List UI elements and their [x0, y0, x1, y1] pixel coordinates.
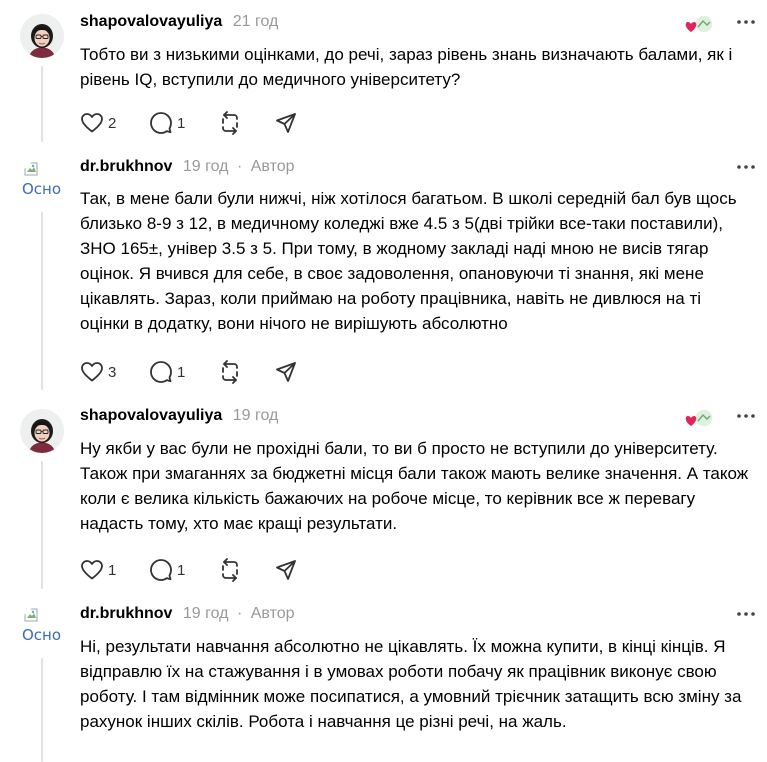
more-options-button[interactable]	[735, 411, 757, 421]
avatar-photo-icon	[20, 14, 64, 58]
reply-bubble-icon	[150, 361, 172, 383]
send-icon	[276, 362, 296, 382]
like-button[interactable]: 1	[80, 557, 116, 583]
reply-count: 1	[177, 561, 186, 579]
broken-image-icon	[24, 608, 38, 622]
reply-bubble-icon	[150, 112, 172, 134]
post-text: Ні, результати навчання абсолютно не цік…	[80, 637, 742, 731]
like-count: 3	[108, 363, 117, 381]
timestamp[interactable]: 19 год	[233, 407, 279, 424]
like-button[interactable]: 2	[80, 110, 116, 136]
reply-button[interactable]: 1	[149, 110, 185, 136]
more-dots-icon	[737, 20, 755, 24]
send-icon	[276, 113, 296, 133]
broken-image-icon	[24, 162, 38, 176]
heart-icon	[685, 416, 697, 426]
reply-button[interactable]: 1	[149, 359, 185, 385]
timestamp[interactable]: 19 год	[183, 158, 229, 175]
post-header: dr.brukhnov 19 год · Автор	[80, 605, 295, 625]
more-options-button[interactable]	[735, 162, 757, 172]
avatar[interactable]	[20, 409, 64, 453]
avatar-alt-text: Осно	[22, 180, 62, 198]
more-dots-icon	[737, 612, 755, 616]
post-header: shapovalovayuliya 19 год	[80, 407, 278, 427]
reply-bubble-icon	[150, 559, 172, 581]
repost-icon	[222, 111, 238, 135]
liked-by-avatars[interactable]	[683, 406, 715, 430]
more-dots-icon	[737, 414, 755, 418]
author-badge: Автор	[250, 158, 295, 175]
username[interactable]: shapovalovayuliya	[80, 13, 222, 30]
username[interactable]: shapovalovayuliya	[80, 407, 222, 424]
like-count: 1	[108, 561, 117, 579]
repost-button[interactable]	[218, 557, 242, 583]
avatar-photo-icon	[20, 409, 64, 453]
repost-button[interactable]	[218, 110, 242, 136]
heart-outline-icon	[81, 560, 103, 580]
username[interactable]: dr.brukhnov	[80, 605, 172, 622]
share-button[interactable]	[274, 110, 298, 136]
liked-by-avatars[interactable]	[683, 12, 715, 36]
heart-outline-icon	[81, 362, 103, 382]
separator-dot: ·	[236, 158, 243, 175]
avatar[interactable]	[20, 14, 64, 58]
heart-icon	[685, 22, 697, 32]
avatar[interactable]: Осно	[20, 160, 64, 204]
post-text: Ну якби у вас були не прохідні бали, то …	[80, 439, 749, 533]
separator-dot: ·	[236, 605, 243, 622]
repost-icon	[222, 360, 238, 384]
share-button[interactable]	[274, 557, 298, 583]
more-dots-icon	[737, 165, 755, 169]
more-options-button[interactable]	[735, 17, 757, 27]
like-button[interactable]: 3	[80, 359, 116, 385]
username[interactable]: dr.brukhnov	[80, 158, 172, 175]
thread-line	[41, 212, 43, 390]
share-button[interactable]	[274, 359, 298, 385]
thread-line	[41, 658, 43, 762]
post-header: shapovalovayuliya 21 год	[80, 13, 278, 33]
post-header: dr.brukhnov 19 год · Автор	[80, 158, 295, 178]
thread-line	[41, 461, 43, 589]
reply-count: 1	[177, 114, 186, 132]
heart-outline-icon	[81, 113, 103, 133]
post-text: Так, в мене бали були нижчі, ніж хотілос…	[80, 189, 737, 333]
more-options-button[interactable]	[735, 609, 757, 619]
repost-icon	[222, 558, 238, 582]
thread-line	[41, 66, 43, 142]
reply-button[interactable]: 1	[149, 557, 185, 583]
avatar-alt-text: Осно	[22, 626, 62, 644]
like-count: 2	[108, 114, 117, 132]
timestamp[interactable]: 21 год	[233, 13, 279, 30]
reply-count: 1	[177, 363, 186, 381]
send-icon	[276, 560, 296, 580]
timestamp[interactable]: 19 год	[183, 605, 229, 622]
author-badge: Автор	[250, 605, 295, 622]
post-text: Тобто ви з низькими оцінками, до речі, з…	[80, 45, 733, 89]
repost-button[interactable]	[218, 359, 242, 385]
avatar[interactable]: Осно	[20, 606, 64, 650]
